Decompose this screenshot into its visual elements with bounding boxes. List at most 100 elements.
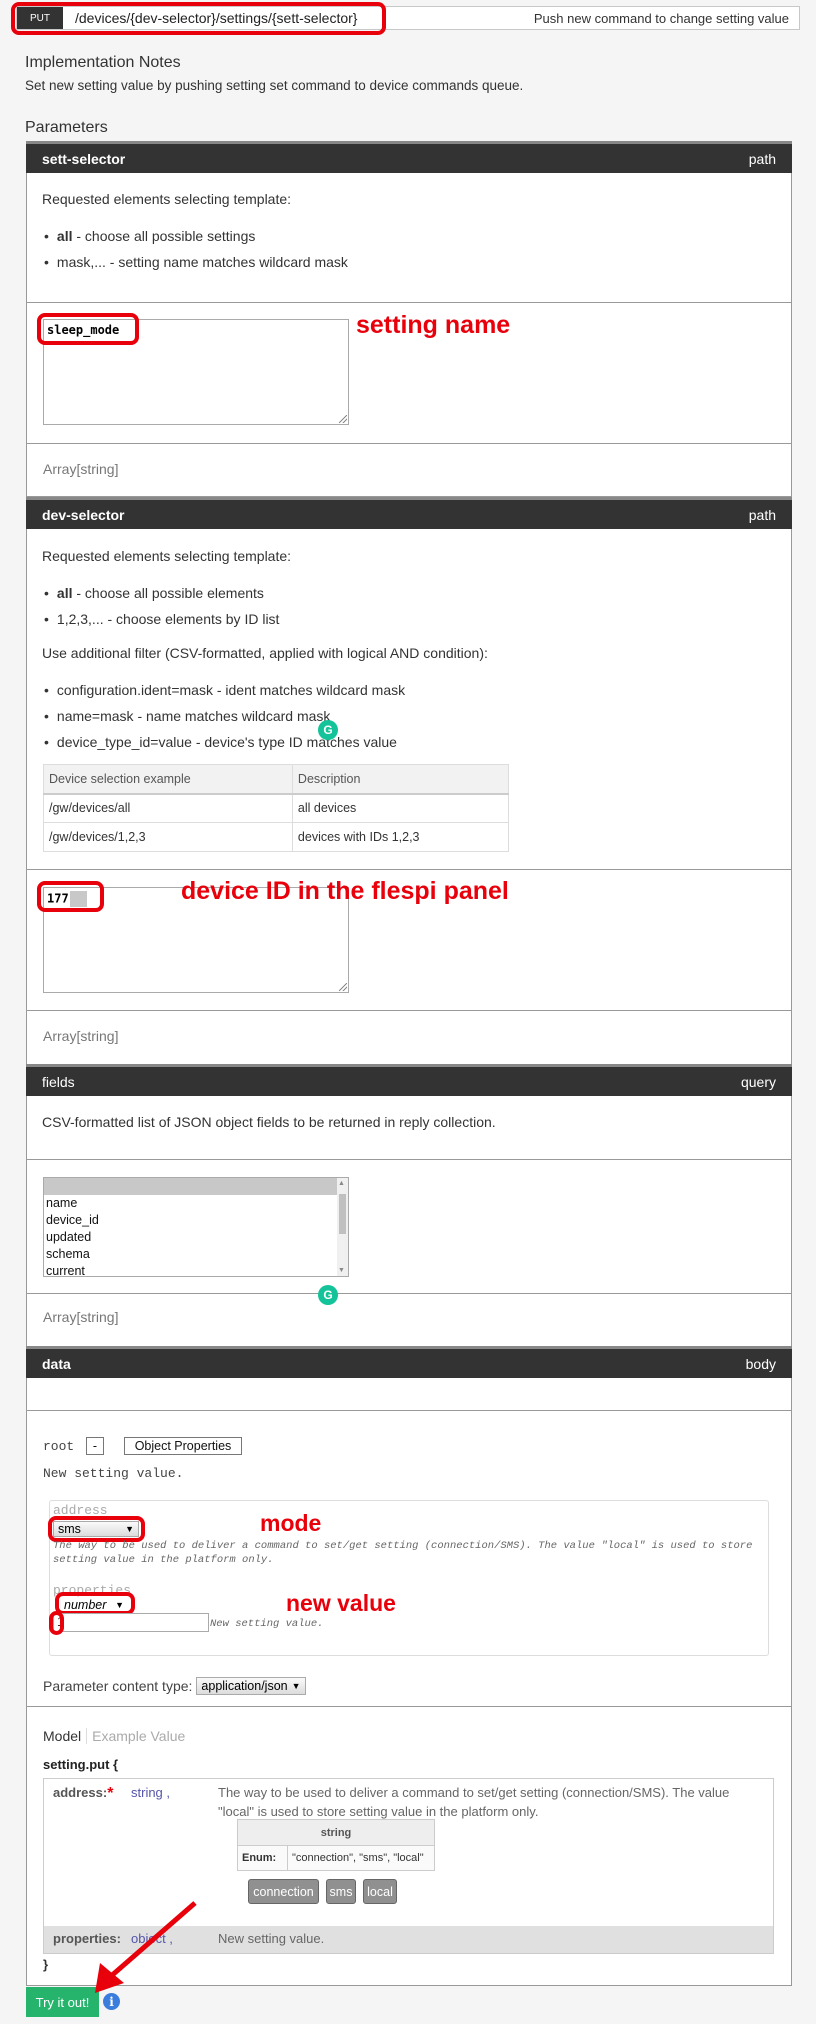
- dev-selector-bullet: 1,2,3,... - choose elements by ID list: [44, 611, 280, 627]
- properties-editor: [49, 1500, 769, 1656]
- dev-selector-filter: name=mask - name matches wildcard mask: [44, 708, 331, 724]
- param-name: data: [42, 1355, 71, 1372]
- scroll-up-icon[interactable]: ▲: [338, 1180, 345, 1187]
- table-row: /gw/devices/1,2,3 devices with IDs 1,2,3: [43, 822, 510, 852]
- address-prop-type: string ,: [131, 1785, 171, 1800]
- table-cell: all devices: [291, 793, 510, 823]
- operation-path[interactable]: /devices/{dev-selector}/settings/{sett-s…: [75, 10, 357, 26]
- properties-hint: New setting value.: [210, 1618, 324, 1630]
- properties-label: properties: [53, 1583, 132, 1598]
- fields-option[interactable]: updated: [44, 1229, 348, 1246]
- device-selection-table: Device selection example Description /gw…: [43, 764, 510, 852]
- table-row: /gw/devices/all all devices: [43, 793, 510, 823]
- param-location: query: [740, 1073, 776, 1090]
- dev-selector-bullet: all - choose all possible elements: [44, 585, 264, 601]
- dev-selector-filter: device_type_id=value - device's type ID …: [44, 734, 397, 750]
- fields-option[interactable]: device_id: [44, 1212, 348, 1229]
- fields-type: Array[string]: [43, 1309, 119, 1325]
- annotation-mode: mode: [260, 1510, 322, 1536]
- dropdown-arrow-icon: ▼: [125, 1524, 134, 1534]
- address-select[interactable]: sms ▼: [53, 1521, 139, 1537]
- address-hint: The way to be used to deliver a command …: [53, 1540, 753, 1566]
- root-label: root: [43, 1439, 75, 1454]
- tab-example-value[interactable]: Example Value: [87, 1728, 185, 1744]
- fields-option[interactable]: [44, 1178, 348, 1195]
- fields-option[interactable]: name: [44, 1195, 348, 1212]
- param-name: dev-selector: [42, 506, 125, 523]
- properties-type-select[interactable]: number ▼: [60, 1597, 128, 1613]
- resize-grip-icon[interactable]: [339, 415, 347, 423]
- fields-description: CSV-formatted list of JSON object fields…: [42, 1114, 496, 1130]
- tab-model[interactable]: Model: [43, 1728, 88, 1744]
- dev-selector-filter: configuration.ident=mask - ident matches…: [44, 682, 405, 698]
- scroll-down-icon[interactable]: ▼: [338, 1267, 345, 1274]
- dev-selector-type: Array[string]: [43, 1028, 119, 1044]
- implementation-notes-title: Implementation Notes: [25, 54, 181, 71]
- model-close-brace: }: [43, 1957, 49, 1972]
- param-header-sett-selector: sett-selector path: [26, 141, 792, 173]
- redacted-value: [69, 891, 87, 907]
- param-location: path: [748, 150, 776, 167]
- address-prop-name: address:*: [53, 1785, 114, 1802]
- fields-option[interactable]: schema: [44, 1246, 348, 1263]
- address-selected-value: sms: [58, 1522, 81, 1536]
- param-name: sett-selector: [42, 150, 126, 167]
- sett-selector-value: sleep_mode: [47, 323, 120, 337]
- address-prop-description: The way to be used to deliver a command …: [218, 1785, 730, 1819]
- listbox-scrollbar[interactable]: ▲ ▼: [337, 1178, 348, 1276]
- param-location: path: [748, 506, 776, 523]
- properties-prop-description: New setting value.: [218, 1931, 325, 1946]
- table-cell: /gw/devices/1,2,3: [43, 822, 293, 852]
- enum-values: "connection", "sms", "local": [287, 1845, 435, 1871]
- dropdown-arrow-icon: ▼: [291, 1681, 301, 1691]
- sett-selector-input[interactable]: sleep_mode: [43, 319, 349, 425]
- fields-option[interactable]: current: [44, 1263, 348, 1276]
- sett-selector-bullet: all - choose all possible settings: [44, 228, 255, 244]
- sett-selector-description: Requested elements selecting template:: [42, 191, 292, 207]
- param-header-dev-selector: dev-selector path: [26, 497, 792, 529]
- model-name: setting.put {: [43, 1757, 119, 1772]
- param-header-fields: fields query: [26, 1064, 792, 1096]
- fields-multiselect[interactable]: name device_id updated schema current ▲ …: [43, 1177, 349, 1277]
- dev-selector-value: 177: [47, 891, 87, 907]
- sett-selector-bullet: mask,... - setting name matches wildcard…: [44, 254, 348, 270]
- dropdown-arrow-icon: ▼: [115, 1600, 124, 1610]
- content-type-row: Parameter content type: application/json…: [43, 1677, 306, 1695]
- dev-selector-description: Requested elements selecting template:: [42, 548, 292, 564]
- enum-table: string Enum: "connection", "sms", "local…: [237, 1819, 435, 1871]
- table-cell: /gw/devices/all: [43, 793, 293, 823]
- enum-button-sms[interactable]: sms: [326, 1879, 356, 1904]
- http-method-badge: PUT: [17, 7, 63, 29]
- param-name: fields: [42, 1073, 75, 1090]
- content-type-select[interactable]: application/json ▼: [196, 1677, 306, 1695]
- collapse-button[interactable]: -: [86, 1437, 104, 1455]
- content-type-label: Parameter content type:: [43, 1678, 193, 1694]
- parameters-title: Parameters: [25, 119, 108, 136]
- implementation-notes-text: Set new setting value by pushing setting…: [25, 78, 524, 93]
- enum-button-connection[interactable]: connection: [248, 1879, 319, 1904]
- resize-grip-icon[interactable]: [339, 983, 347, 991]
- operation-header[interactable]: PUT /devices/{dev-selector}/settings/{se…: [16, 6, 800, 30]
- table-header: Description: [291, 764, 510, 795]
- enum-header: string: [237, 1819, 435, 1846]
- grammarly-icon[interactable]: G: [318, 1285, 338, 1305]
- enum-label: Enum:: [237, 1845, 288, 1871]
- annotation-device-id: device ID in the flespi panel: [181, 877, 509, 905]
- annotation-arrow-icon: [95, 1901, 197, 1993]
- scrollbar-thumb[interactable]: [339, 1194, 346, 1234]
- object-description: New setting value.: [43, 1466, 184, 1481]
- operation-summary: Push new command to change setting value: [533, 10, 789, 26]
- param-location: body: [745, 1355, 776, 1372]
- model-tabs: Model Example Value: [43, 1728, 185, 1744]
- properties-value-input[interactable]: 1: [53, 1613, 209, 1632]
- dev-selector-filter-intro: Use additional filter (CSV-formatted, ap…: [42, 645, 488, 661]
- properties-type-value: number: [64, 1598, 107, 1612]
- content-type-value: application/json: [201, 1679, 288, 1693]
- enum-button-local[interactable]: local: [363, 1879, 397, 1904]
- sett-selector-type: Array[string]: [43, 461, 119, 477]
- table-cell: devices with IDs 1,2,3: [291, 822, 510, 852]
- grammarly-icon[interactable]: G: [318, 720, 338, 740]
- object-properties-button[interactable]: Object Properties: [124, 1437, 242, 1455]
- table-header-row: Device selection example Description: [43, 764, 510, 795]
- annotation-setting-name: setting name: [356, 311, 511, 339]
